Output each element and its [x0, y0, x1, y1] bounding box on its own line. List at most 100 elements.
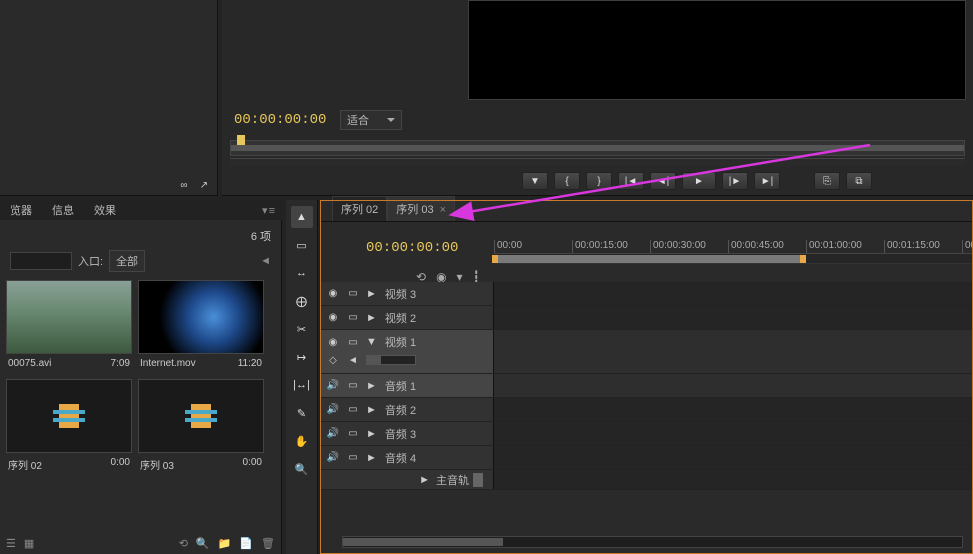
speaker-icon[interactable]: 🔊 [326, 380, 340, 392]
out-button[interactable]: } [586, 172, 612, 190]
timeline-timecode[interactable]: 00:00:00:00 [366, 240, 458, 256]
clip-name: 序列 02 [8, 457, 42, 472]
hand-tool[interactable]: ✋ [291, 430, 313, 452]
razor-tool[interactable]: ✂ [291, 318, 313, 340]
delete-icon[interactable]: 🗑 [261, 537, 275, 550]
panel-menu-icon[interactable]: ▾≡ [262, 204, 276, 217]
lock-icon[interactable]: ▭ [346, 336, 360, 348]
expand-icon[interactable]: ► [419, 474, 430, 486]
tab-effects[interactable]: 效果 [84, 199, 126, 221]
new-bin-icon[interactable]: 📁 [218, 537, 232, 550]
bin-item[interactable]: 序列 030:00 [138, 379, 264, 476]
bin-item[interactable]: 序列 02 0:00 [6, 379, 132, 476]
ruler-tick: 00:01:30:0 [962, 240, 973, 253]
find-icon[interactable]: 🔍 [196, 537, 210, 550]
chevron-left-icon[interactable]: ◄ [260, 255, 271, 267]
timeline-ruler[interactable]: 00:00 00:00:15:00 00:00:30:00 00:00:45:0… [494, 240, 973, 274]
zoom-fit-dropdown[interactable]: 适合 [340, 110, 402, 130]
auto-match-icon[interactable]: ⟲ [179, 537, 188, 550]
expand-icon[interactable]: ► [366, 428, 377, 440]
master-toggle[interactable] [473, 473, 483, 487]
opacity-slider[interactable] [366, 355, 416, 365]
program-monitor: 00:00:00:00 适合 ▼ { } |◄ ◄| ► |► ►| ⎘ ⧉ [222, 0, 973, 196]
pen-tool[interactable]: ✎ [291, 402, 313, 424]
lock-icon[interactable]: ▭ [346, 452, 360, 464]
speaker-icon[interactable]: 🔊 [326, 428, 340, 440]
lock-icon[interactable]: ▭ [346, 312, 360, 324]
play-button[interactable]: ► [682, 172, 716, 190]
link-icon[interactable]: ∞ [177, 179, 191, 191]
expand-icon[interactable]: ► [366, 288, 377, 300]
workbar-end-handle[interactable] [800, 255, 806, 263]
step-back-button[interactable]: ◄| [650, 172, 676, 190]
goto-out-button[interactable]: ►| [754, 172, 780, 190]
program-timecode[interactable]: 00:00:00:00 [234, 112, 326, 128]
expand-icon[interactable]: ► [366, 404, 377, 416]
lock-icon[interactable]: ▭ [346, 288, 360, 300]
audio-track[interactable]: 🔊 ▭ ► 音频 2 [320, 398, 973, 422]
collapse-icon[interactable]: ▼ [366, 336, 377, 348]
keyframe-icon[interactable]: ◇ [326, 354, 340, 366]
program-video [468, 0, 966, 100]
sequence-tab[interactable]: 序列 02 [332, 196, 387, 221]
slide-tool[interactable]: |↔| [291, 374, 313, 396]
extract-button[interactable]: ⧉ [846, 172, 872, 190]
close-icon[interactable]: × [440, 204, 446, 216]
ruler-tick: 00:00:30:00 [650, 240, 728, 253]
eye-icon[interactable]: ◉ [326, 288, 340, 300]
eye-icon[interactable]: ◉ [326, 312, 340, 324]
lock-icon[interactable]: ▭ [346, 428, 360, 440]
expand-icon[interactable]: ► [366, 452, 377, 464]
audio-track[interactable]: 🔊▭►音频 1 [320, 374, 973, 398]
timeline-zoom-scrollbar[interactable] [342, 536, 963, 548]
expand-icon[interactable]: ► [366, 312, 377, 324]
program-playhead[interactable] [237, 135, 245, 145]
bin-item[interactable]: 00075.avi7:09 [6, 280, 132, 373]
lift-button[interactable]: ⎘ [814, 172, 840, 190]
program-scrubber[interactable] [230, 140, 965, 156]
audio-track[interactable]: 🔊▭►音频 3 [320, 422, 973, 446]
eye-icon[interactable]: ◉ [326, 336, 340, 348]
video-track[interactable]: ◉▭►视频 3 [320, 282, 973, 306]
expand-icon[interactable]: ► [366, 380, 377, 392]
lock-icon[interactable]: ▭ [346, 404, 360, 416]
speaker-icon[interactable]: 🔊 [326, 404, 340, 416]
project-search-input[interactable] [10, 252, 72, 270]
speaker-icon[interactable]: 🔊 [326, 452, 340, 464]
export-icon[interactable]: ↗ [197, 179, 211, 191]
tab-info[interactable]: 信息 [42, 199, 84, 221]
goto-in-button[interactable]: |◄ [618, 172, 644, 190]
audio-track[interactable]: 🔊▭►音频 4 [320, 446, 973, 470]
video-track[interactable]: ◉ ▭ ► 视频 2 [320, 306, 973, 330]
new-item-icon[interactable]: 📄 [239, 537, 253, 550]
sequence-thumbnail [138, 379, 264, 453]
prev-key-icon[interactable]: ◄ [346, 354, 360, 366]
clip-duration: 0:00 [111, 457, 130, 472]
tab-browser[interactable]: 览器 [0, 199, 42, 221]
zoom-tool[interactable]: 🔍 [291, 458, 313, 480]
list-view-icon[interactable]: ☰ [6, 537, 16, 550]
icon-view-icon[interactable]: ▦ [24, 537, 34, 550]
track-label: 视频 2 [385, 310, 416, 326]
scrollbar-thumb[interactable] [343, 538, 503, 546]
clip-thumbnail [138, 280, 264, 354]
selection-tool[interactable]: ▲ [291, 206, 313, 228]
lock-icon[interactable]: ▭ [346, 380, 360, 392]
sequence-tab[interactable]: 序列 03× [387, 196, 455, 221]
bin-item[interactable]: Internet.mov11:20 [138, 280, 264, 373]
timeline-panel: 序列 02 序列 03× 00:00:00:00 ⟲ ◉ ▾ ┇ 00:00 0… [320, 200, 973, 554]
project-footer: ☰ ▦ ⟲ 🔍 📁 📄 🗑 [6, 537, 275, 550]
in-button[interactable]: { [554, 172, 580, 190]
rolling-tool[interactable]: ⨁ [291, 290, 313, 312]
slip-tool[interactable]: ↦ [291, 346, 313, 368]
track-label: 音频 2 [385, 402, 416, 418]
video-track[interactable]: ◉▭▼视频 1 ◇◄ [320, 330, 973, 374]
step-fwd-button[interactable]: |► [722, 172, 748, 190]
master-track[interactable]: ►主音轨 [320, 470, 973, 490]
entry-filter-dropdown[interactable]: 全部 [109, 250, 145, 272]
ripple-tool[interactable]: ↔ [291, 262, 313, 284]
workbar-start-handle[interactable] [492, 255, 498, 263]
mark-button[interactable]: ▼ [522, 172, 548, 190]
work-area-bar[interactable] [494, 255, 804, 263]
track-select-tool[interactable]: ▭ [291, 234, 313, 256]
